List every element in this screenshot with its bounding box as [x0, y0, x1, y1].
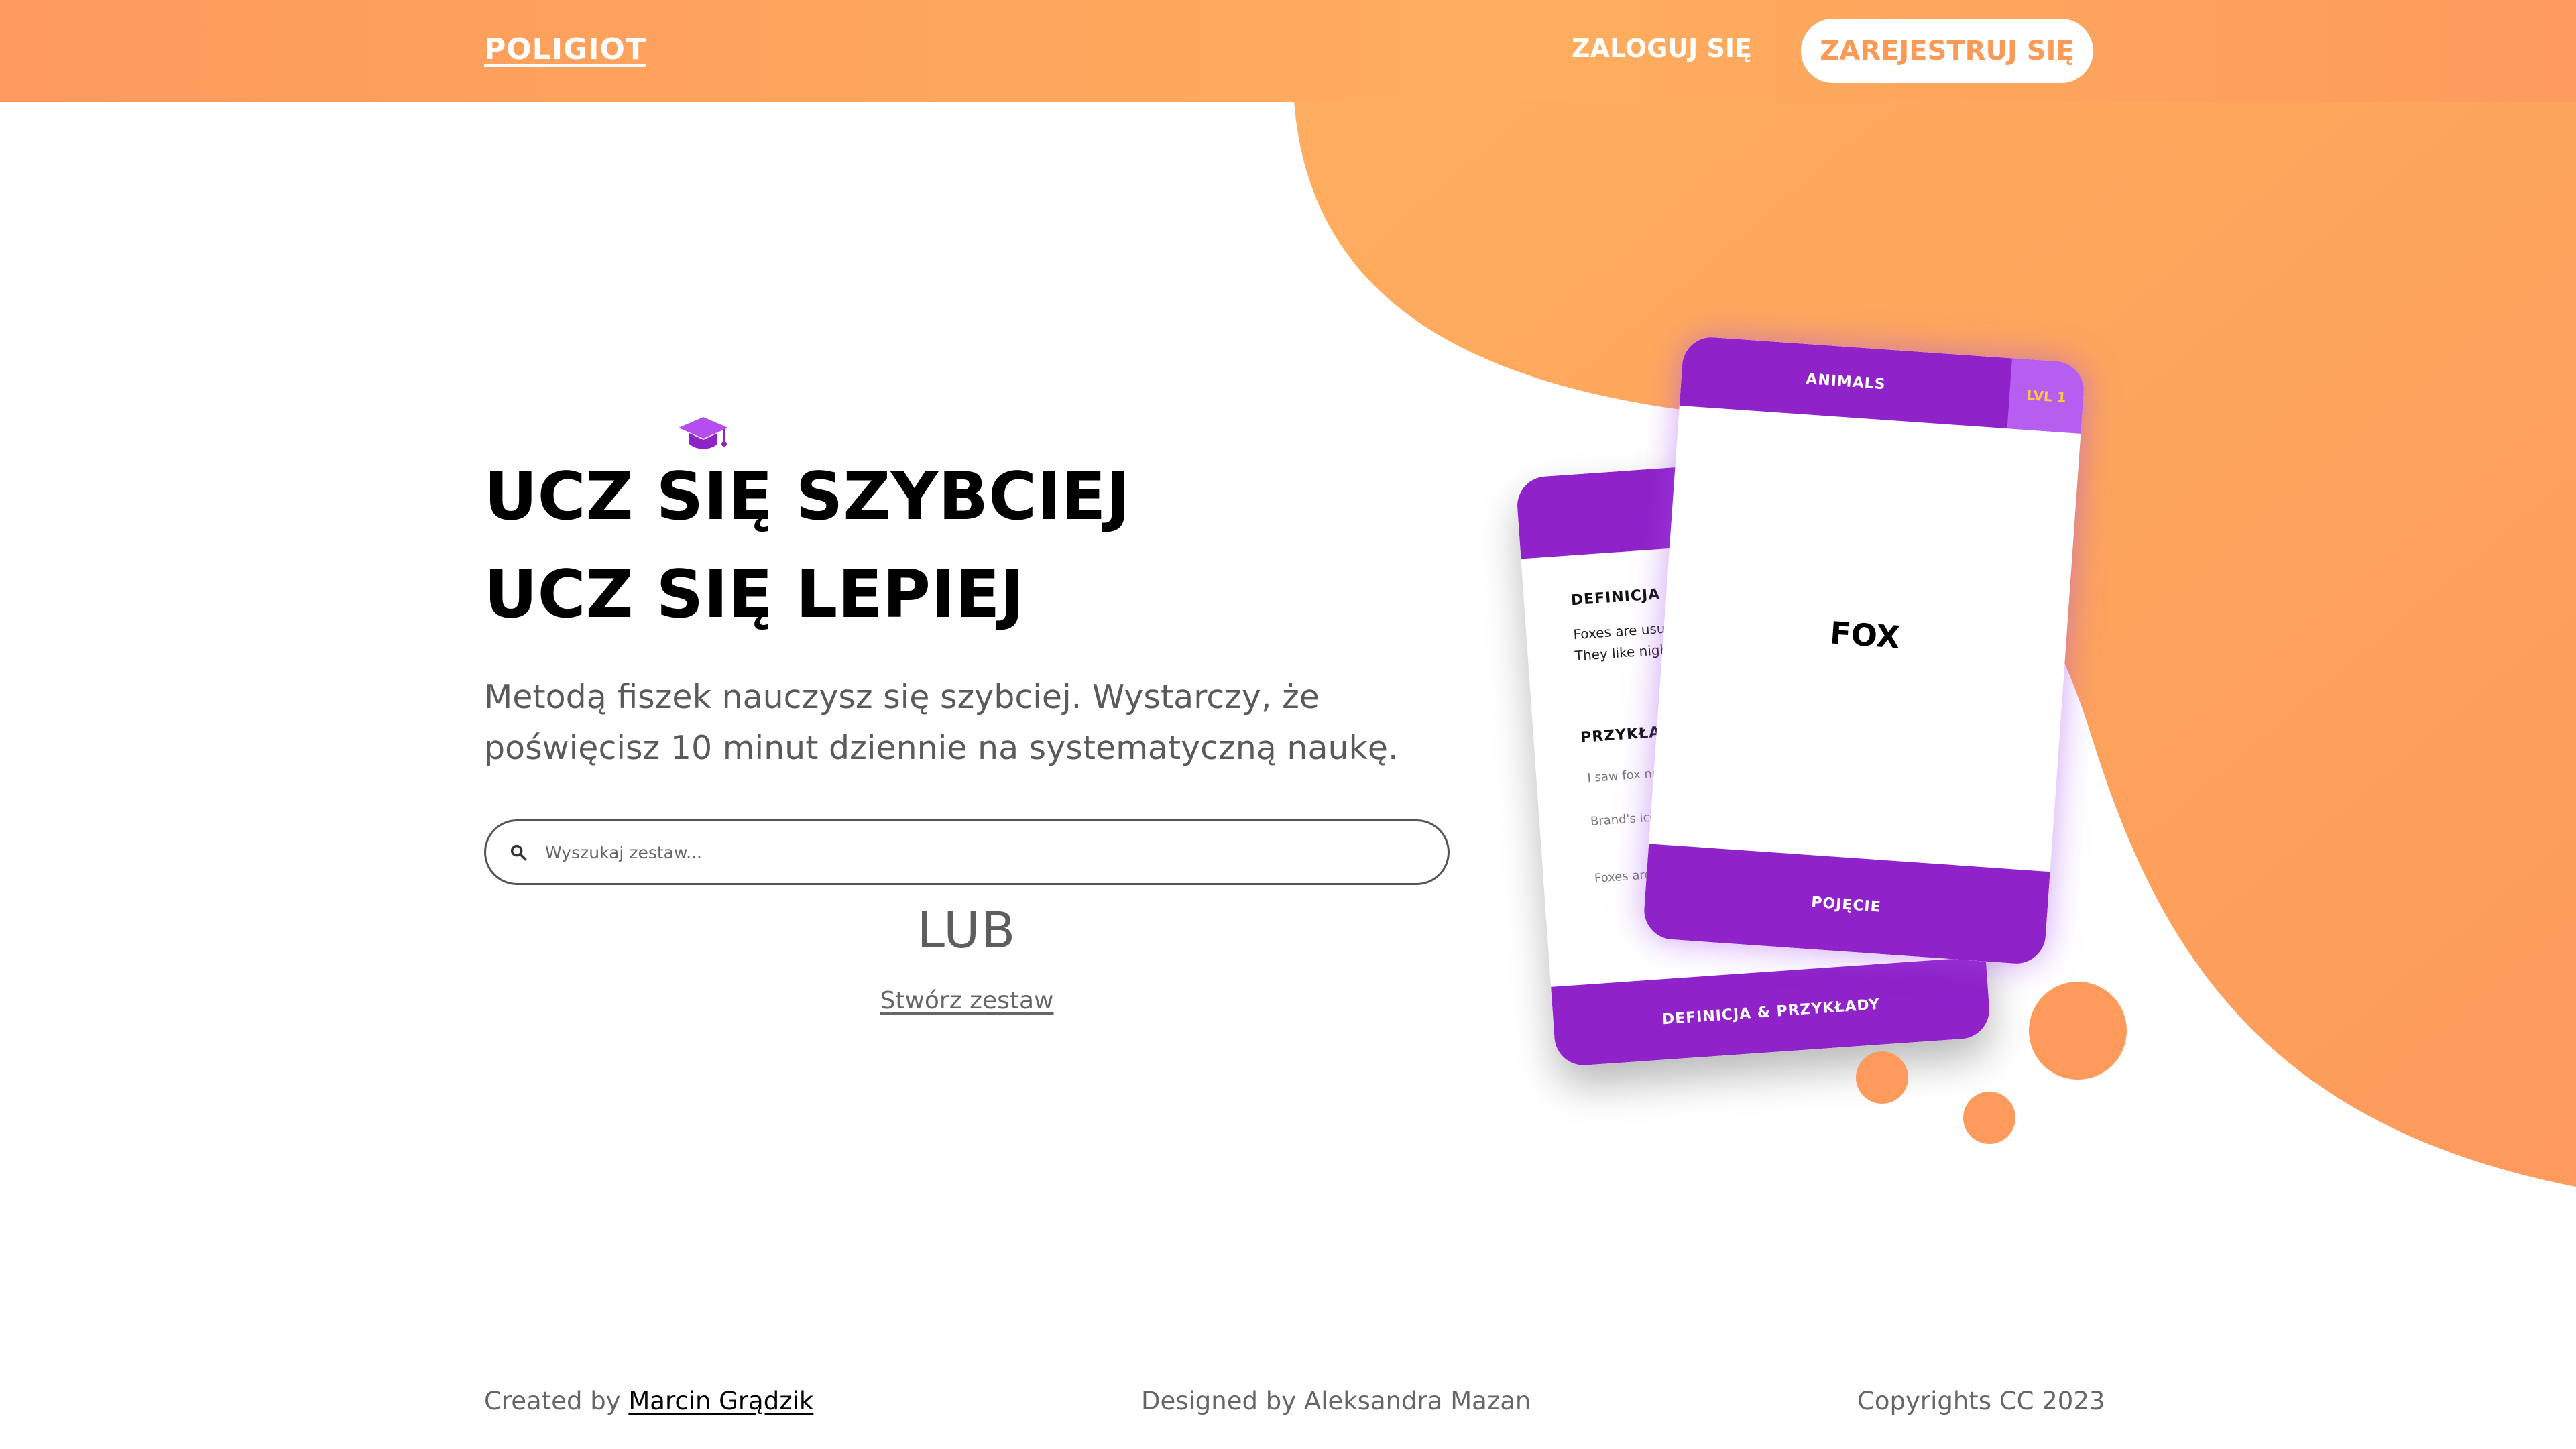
or-separator: LUB [917, 902, 1017, 960]
search-input[interactable] [545, 842, 1448, 862]
flashcard-front: ANIMALS LVL 1 FOX POJĘCIE [1642, 335, 2086, 966]
card-word: FOX [1828, 614, 1901, 656]
card-back-bottom-label: DEFINICJA & PRZYKŁADY [1551, 956, 1991, 1067]
hero-headline: UCZ SIĘ SZYBCIEJ UCZ SIĘ LEPIEJ [484, 448, 1490, 644]
decor-dot-small-left [1856, 1051, 1908, 1104]
footer-designed-by: Designed by Aleksandra Mazan [1141, 1387, 1531, 1415]
register-button[interactable]: ZAREJESTRUJ SIĘ [1801, 19, 2093, 83]
logo-link[interactable]: POLIGIOT [484, 32, 646, 66]
headline-line-2: UCZ SIĘ LEPIEJ [484, 557, 1024, 633]
login-link[interactable]: ZALOGUJ SIĘ [1572, 34, 1752, 63]
create-set-link[interactable]: Stwórz zestaw [484, 987, 1450, 1015]
decor-dot-small-right [1963, 1092, 2015, 1144]
flashcards-illustration: DEFINICJA Foxes are usually in the fores… [1462, 308, 2266, 1153]
definition-title: DEFINICJA [1570, 586, 1661, 610]
footer-created-by: Created by Marcin Grądzik [484, 1387, 813, 1415]
search-bar[interactable] [484, 819, 1450, 885]
card-category: ANIMALS [1805, 370, 1887, 394]
card-level-badge: LVL 1 [2007, 358, 2086, 434]
navbar: POLIGIOT ZALOGUJ SIĘ ZAREJESTRUJ SIĘ [0, 0, 2576, 102]
footer-copyright: Copyrights CC 2023 [1857, 1387, 2105, 1415]
search-icon [510, 844, 527, 861]
footer-author-link[interactable]: Marcin Grądzik [628, 1387, 813, 1415]
hero-subtitle: Metodą fiszek nauczysz się szybciej. Wys… [484, 678, 1399, 767]
headline-line-1: UCZ SIĘ SZYBCIEJ [484, 459, 1130, 535]
decor-dot-large [2029, 982, 2127, 1080]
footer-created-prefix: Created by [484, 1387, 621, 1415]
